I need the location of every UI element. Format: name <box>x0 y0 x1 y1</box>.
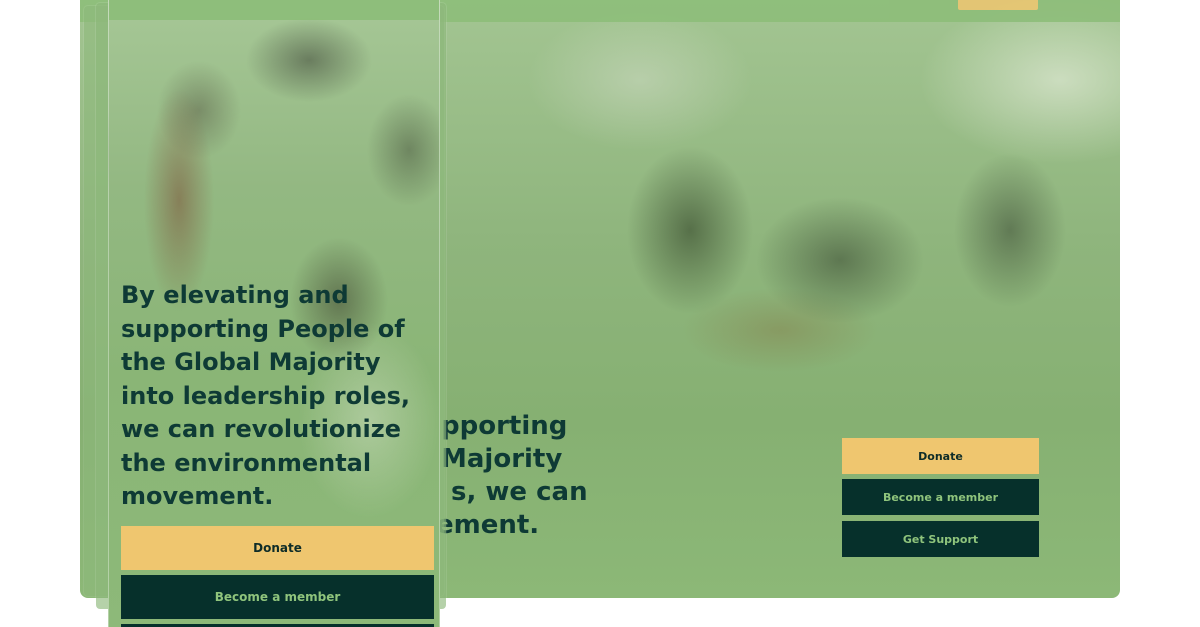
mobile-headline-line: movement. <box>121 482 274 510</box>
desktop-become-member-button[interactable]: Become a member <box>842 479 1039 515</box>
mobile-headline-line: we can revolutionize <box>121 415 401 443</box>
mobile-headline-line: By elevating and <box>121 281 349 309</box>
mobile-header-bar <box>109 0 439 20</box>
desktop-header-donate-button[interactable] <box>958 0 1038 10</box>
mobile-become-member-button[interactable]: Become a member <box>121 575 434 619</box>
mobile-headline-line: into leadership roles, <box>121 381 410 410</box>
desktop-get-support-button[interactable]: Get Support <box>842 521 1039 557</box>
mobile-hero-frame: By elevating and supporting People of th… <box>108 0 440 627</box>
mobile-hero-headline: By elevating and supporting People of th… <box>121 279 433 514</box>
desktop-donate-button[interactable]: Donate <box>842 438 1039 474</box>
mobile-headline-line: the Global Majority <box>121 348 381 376</box>
mobile-headline-line: the environmental <box>121 448 372 477</box>
mobile-headline-line: supporting People of <box>121 314 405 343</box>
mobile-donate-button[interactable]: Donate <box>121 526 434 570</box>
